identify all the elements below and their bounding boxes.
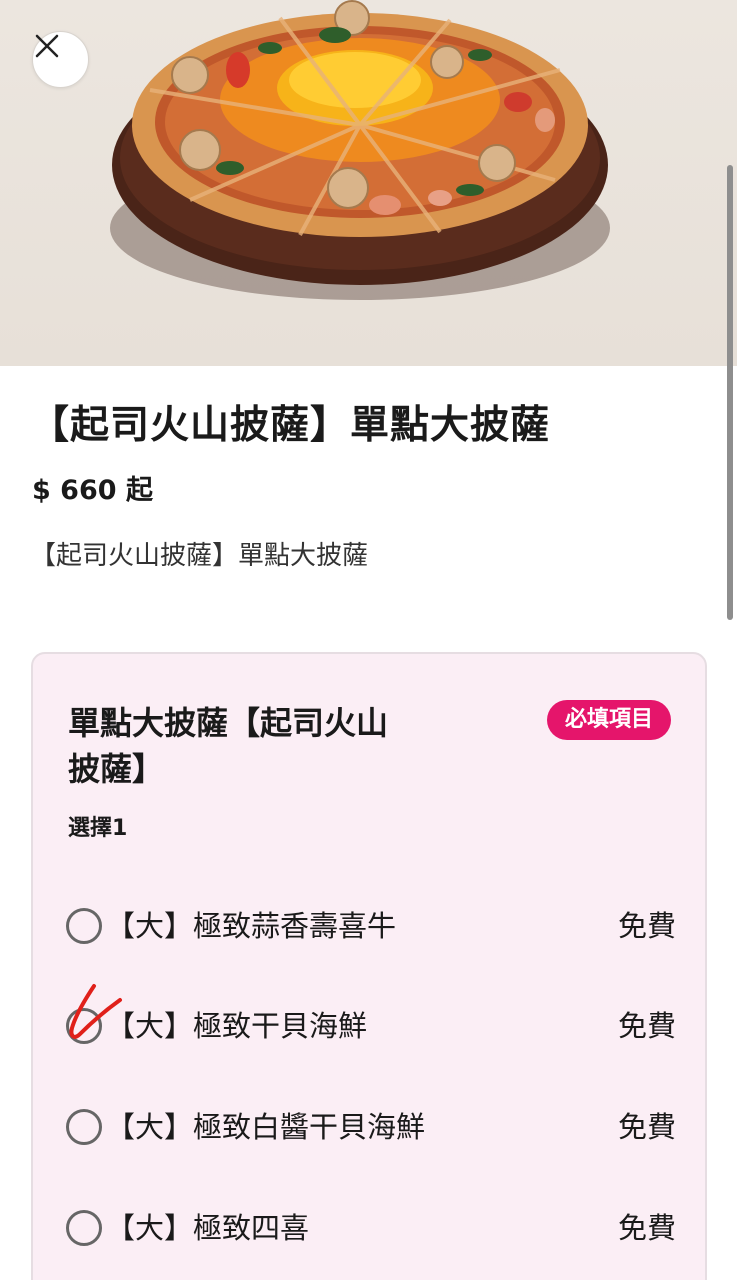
option-price: 免費 [617,1009,676,1043]
pizza-illustration [110,0,610,300]
option-label: 【大】極致四喜 [106,1211,310,1245]
option-price: 免費 [617,1110,676,1144]
required-badge: 必填項目 [546,700,671,740]
close-icon [35,34,59,58]
option-group-title: 單點大披薩【起司火山披薩】 [68,704,389,788]
radio-icon[interactable] [66,908,102,944]
radio-icon[interactable] [66,1109,102,1145]
radio-icon[interactable] [66,1210,102,1246]
option-item[interactable]: 【大】極致四喜 免費 [66,1198,676,1258]
scrollbar[interactable] [727,165,733,620]
option-label: 【大】極致蒜香壽喜牛 [106,909,397,943]
product-image [0,0,737,366]
product-title: 【起司火山披薩】單點大披薩 [30,403,551,448]
product-description: 【起司火山披薩】單點大披薩 [30,541,369,571]
option-item[interactable]: 【大】極致蒜香壽喜牛 免費 [66,896,676,956]
option-item[interactable]: 【大】極致干貝海鮮 免費 [66,996,676,1056]
option-group-card: 單點大披薩【起司火山披薩】 必填項目 選擇1 【大】極致蒜香壽喜牛 免費 【大】… [31,652,707,1280]
option-label: 【大】極致白醬干貝海鮮 [106,1110,426,1144]
product-price: $ 660 起 [32,475,153,506]
option-price: 免費 [617,909,676,943]
option-label: 【大】極致干貝海鮮 [106,1009,368,1043]
select-hint: 選擇1 [68,816,128,841]
option-price: 免費 [617,1211,676,1245]
handwritten-checkmark-icon [69,984,122,1039]
close-button[interactable] [32,31,89,88]
option-item[interactable]: 【大】極致白醬干貝海鮮 免費 [66,1097,676,1157]
